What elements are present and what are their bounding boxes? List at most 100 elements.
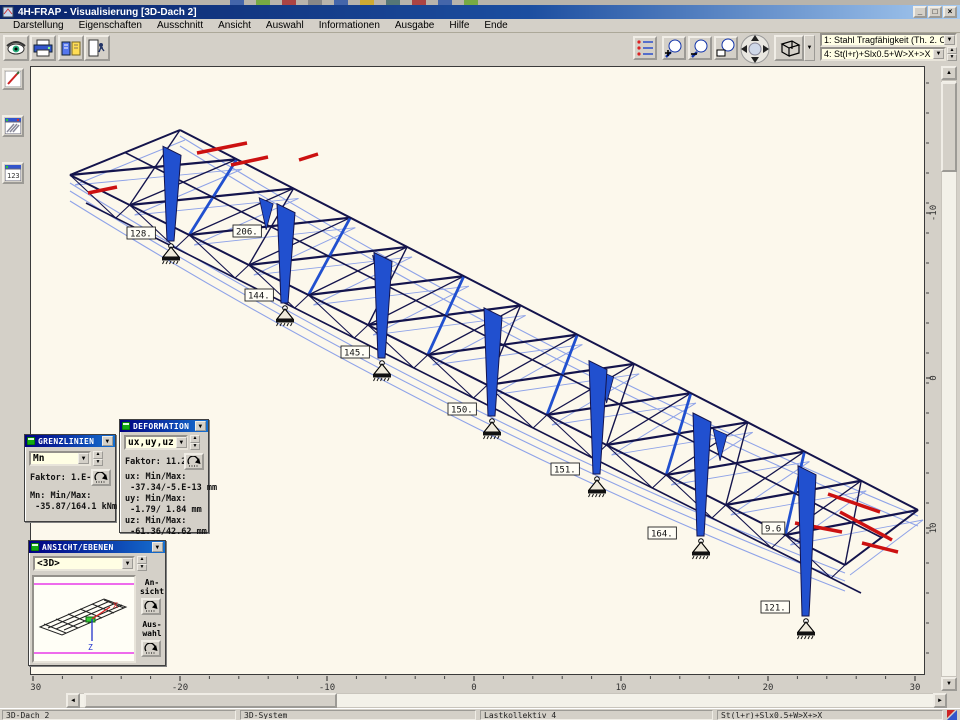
grenzlinien-combo-value: Mn: [31, 453, 78, 464]
spinner-up-icon[interactable]: ▲: [947, 47, 957, 54]
grenzlinien-menu-button[interactable]: ▼: [102, 436, 113, 446]
side-edit-button[interactable]: [2, 68, 24, 90]
grenzlinien-apply-button[interactable]: [91, 469, 111, 486]
spinner-up-icon[interactable]: ▲: [93, 451, 103, 459]
menu-ausschnitt[interactable]: Ausschnitt: [150, 19, 210, 32]
node-label: 206.: [233, 225, 261, 238]
spinner-up-icon[interactable]: ▲: [137, 556, 147, 564]
select-apply-button[interactable]: [141, 640, 161, 657]
node-label: 9.6: [762, 522, 785, 535]
view-cube-icon: [777, 38, 801, 58]
support-icon: [276, 306, 294, 326]
grenzlinien-titlebar[interactable]: GRENZLINIEN ▼: [25, 435, 115, 447]
horizontal-scrollbar[interactable]: ◄ ►: [30, 693, 957, 708]
menu-hilfe[interactable]: Hilfe: [442, 19, 476, 32]
deformation-combobox[interactable]: ux,uy,uz ▼: [124, 435, 188, 450]
deformation-spinner[interactable]: ▲▼: [190, 435, 200, 450]
menu-informationen[interactable]: Informationen: [312, 19, 387, 32]
grenzlinien-combobox[interactable]: Mn ▼: [29, 451, 91, 466]
svg-text:-10: -10: [929, 205, 939, 221]
pan-control[interactable]: [740, 34, 770, 69]
view-eye-button[interactable]: [3, 35, 29, 61]
deformation-title: DEFORMATION: [133, 422, 189, 431]
deformation-titlebar[interactable]: DEFORMATION ▼: [120, 420, 208, 432]
hscroll-left-arrow-icon[interactable]: ◄: [66, 693, 80, 708]
deformation-panel: DEFORMATION ▼ ux,uy,uz ▼ ▲▼ Faktor: 11.2…: [119, 419, 209, 533]
svg-text:128.: 128.: [130, 230, 152, 240]
ansicht-combo-arrow-icon[interactable]: ▼: [122, 558, 133, 569]
spinner-up-icon[interactable]: ▲: [190, 435, 200, 443]
deformation-apply-button[interactable]: [184, 453, 204, 470]
svg-text:0: 0: [929, 375, 939, 380]
grenzlinien-combo-arrow-icon[interactable]: ▼: [78, 453, 89, 464]
view-preview[interactable]: X Z: [32, 575, 136, 663]
status-icon: [947, 710, 958, 720]
spinner-down-icon[interactable]: ▼: [93, 459, 103, 467]
app-icon: [2, 6, 14, 18]
svg-text:164.: 164.: [651, 530, 673, 540]
window-title: 4H-FRAP - Visualisierung [3D-Dach 2]: [18, 7, 197, 18]
menu-ende[interactable]: Ende: [477, 19, 514, 32]
spinner-down-icon[interactable]: ▼: [190, 443, 200, 451]
vscroll-down-arrow-icon[interactable]: ▼: [941, 677, 957, 691]
grenzlinien-factor: Faktor: 1.E-2: [30, 473, 97, 484]
result-combo-value: 1: Stahl Tragfähigkeit (Th. 2. O: [822, 35, 944, 45]
vertical-scrollbar[interactable]: ▲ ▼: [941, 66, 957, 691]
loadcase-combo-value: 4: St(l+r)+Slx0.5+W>X+>X: [822, 49, 933, 59]
maximize-button[interactable]: □: [928, 6, 942, 18]
panel-icon: [31, 543, 39, 551]
menu-ansicht[interactable]: Ansicht: [211, 19, 258, 32]
result-combobox[interactable]: 1: Stahl Tragfähigkeit (Th. 2. O ▼: [820, 33, 957, 47]
print-button[interactable]: [30, 35, 56, 61]
pages-button[interactable]: [58, 35, 84, 61]
menu-darstellung[interactable]: Darstellung: [6, 19, 71, 32]
menu-eigenschaften[interactable]: Eigenschaften: [72, 19, 149, 32]
exit-button[interactable]: [84, 35, 110, 61]
node-label: 121.: [761, 601, 789, 614]
deformation-minmax: ux: Min/Max: -37.34/-5.E-13 mmuy: Min/Ma…: [125, 472, 217, 538]
svg-text:10: 10: [616, 683, 627, 692]
view-cube-dropdown[interactable]: ▼: [804, 35, 815, 61]
loadcase-combobox[interactable]: 4: St(l+r)+Slx0.5+W>X+>X ▼: [820, 47, 946, 61]
minimize-button[interactable]: _: [913, 6, 927, 18]
support-icon: [373, 361, 391, 381]
loadcase-combo-arrow-icon[interactable]: ▼: [933, 49, 944, 59]
hscroll-thumb[interactable]: [84, 693, 337, 708]
deformation-combo-arrow-icon[interactable]: ▼: [176, 437, 187, 448]
ansicht-title: ANSICHT/EBENEN: [42, 543, 114, 552]
ansicht-combobox[interactable]: <3D> ▼: [33, 556, 135, 571]
preview-structure: X Z: [34, 577, 134, 661]
side-window-values-button[interactable]: 123: [2, 162, 24, 184]
zoom-in-button[interactable]: [662, 36, 686, 60]
spinner-down-icon[interactable]: ▼: [137, 564, 147, 572]
hscroll-right-arrow-icon[interactable]: ►: [933, 693, 947, 708]
printer-icon: [33, 39, 53, 57]
side-window-hatch-button[interactable]: [2, 115, 24, 137]
svg-text:0: 0: [471, 683, 476, 692]
view-cube-button[interactable]: [774, 35, 804, 61]
panel-text-line: Mn: Min/Max:: [30, 491, 117, 502]
status-field-1: 3D-Dach 2: [2, 710, 236, 720]
menu-auswahl[interactable]: Auswahl: [259, 19, 311, 32]
result-combo-arrow-icon[interactable]: ▼: [944, 35, 955, 45]
svg-text:9.6: 9.6: [765, 525, 781, 535]
zoom-window-button[interactable]: [714, 36, 738, 60]
view-apply-button[interactable]: [141, 598, 161, 615]
panel-text-line: -37.34/-5.E-13 mm: [125, 483, 217, 494]
ansicht-spinner[interactable]: ▲▼: [137, 556, 147, 571]
ansicht-menu-button[interactable]: ▼: [152, 542, 163, 552]
ansicht-titlebar[interactable]: ANSICHT/EBENEN ▼: [29, 541, 165, 553]
zoom-out-button[interactable]: [688, 36, 712, 60]
vscroll-up-arrow-icon[interactable]: ▲: [941, 66, 957, 80]
grenzlinien-spinner[interactable]: ▲▼: [93, 451, 103, 466]
close-button[interactable]: ×: [943, 6, 957, 18]
vertical-ruler: -10010: [926, 66, 940, 675]
deformation-menu-button[interactable]: ▼: [195, 421, 206, 431]
svg-text:206.: 206.: [236, 228, 258, 238]
vscroll-thumb[interactable]: [941, 82, 957, 172]
menu-ausgabe[interactable]: Ausgabe: [388, 19, 441, 32]
spinner-down-icon[interactable]: ▼: [947, 54, 957, 61]
panel-text-line: -35.87/164.1 kNm: [30, 502, 117, 513]
loadcase-spinner[interactable]: ▲▼: [947, 47, 957, 61]
node-numbering-button[interactable]: [633, 36, 657, 60]
